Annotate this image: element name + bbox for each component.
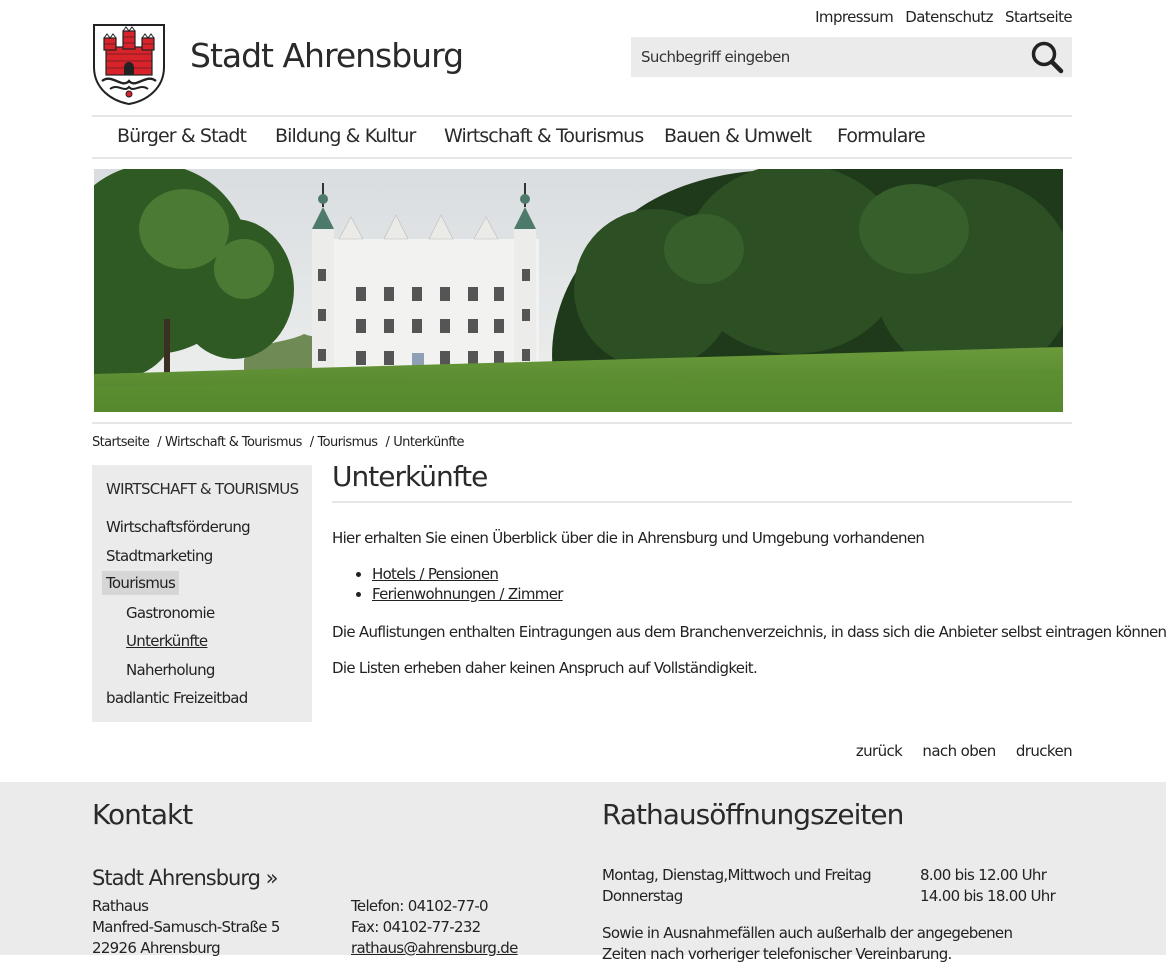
contact-heading: Kontakt — [92, 798, 193, 831]
sidebar-item-tourismus[interactable]: Tourismus — [102, 571, 180, 595]
to-top-link[interactable]: nach oben — [922, 742, 996, 760]
footer: Kontakt Stadt Ahrensburg » Rathaus Manfr… — [0, 782, 1166, 963]
coat-of-arms-icon — [93, 24, 165, 106]
completeness-note: Die Listen erheben daher keinen Anspruch… — [332, 659, 758, 677]
breadcrumb: Startseite / Wirtschaft & Tourismus / Touris… — [92, 435, 465, 450]
nav-wirtschaft-tourismus[interactable]: Wirtschaft & Tourismus — [444, 125, 644, 147]
datenschutz-link[interactable]: Datenschutz — [905, 8, 993, 26]
hours-time: 14.00 bis 18.00 Uhr — [920, 887, 1056, 905]
sidebar-item-unterkuenfte[interactable]: Unterkünfte — [126, 632, 208, 650]
search-input[interactable] — [631, 37, 1021, 77]
breadcrumb-separator: / — [157, 435, 162, 450]
sidebar-item-gastronomie[interactable]: Gastronomie — [126, 604, 215, 622]
castle-photo — [94, 169, 1063, 412]
hours-days: Montag, Dienstag,Mittwoch und Freitag — [602, 866, 872, 884]
accommodation-links: Hotels / Pensionen Ferienwohnungen / Zim… — [332, 564, 563, 604]
page-title: Unterkünfte — [332, 460, 1072, 503]
address-line: 22926 Ahrensburg — [92, 939, 221, 957]
coat-of-arms-logo[interactable] — [92, 23, 166, 106]
breadcrumb-separator: / — [385, 435, 390, 450]
listing-info-text: Die Auflistungen enthalten Eintragungen … — [332, 623, 1166, 641]
startseite-link[interactable]: Startseite — [1005, 8, 1073, 26]
sidebar-item-stadtmarketing[interactable]: Stadtmarketing — [106, 547, 213, 565]
breadcrumb-wirtschaft-tourismus[interactable]: Wirtschaft & Tourismus — [165, 435, 302, 450]
search-button[interactable] — [1030, 40, 1064, 74]
divider — [92, 422, 1072, 424]
main-navigation: Bürger & Stadt Bildung & Kultur Wirtscha… — [92, 115, 1072, 159]
nav-bildung-kultur[interactable]: Bildung & Kultur — [275, 125, 416, 147]
nav-formulare[interactable]: Formulare — [837, 125, 926, 147]
sidebar-heading: Wirtschaft & Tourismus — [106, 480, 299, 498]
hours-time: 8.00 bis 12.00 Uhr — [920, 866, 1047, 884]
sidebar-item-naherholung[interactable]: Naherholung — [126, 661, 215, 679]
phone-number: Telefon: 04102-77-0 — [351, 897, 489, 915]
sidebar-item-badlantic[interactable]: badlantic Freizeitbad — [106, 689, 248, 707]
ferienwohnungen-link[interactable]: Ferienwohnungen / Zimmer — [372, 585, 563, 603]
breadcrumb-startseite[interactable]: Startseite — [92, 435, 150, 450]
hotels-pensionen-link[interactable]: Hotels / Pensionen — [372, 565, 499, 583]
site-title[interactable]: Stadt Ahrensburg — [190, 36, 464, 75]
org-link[interactable]: Stadt Ahrensburg » — [92, 866, 278, 890]
list-item: Ferienwohnungen / Zimmer — [372, 584, 563, 604]
list-item: Hotels / Pensionen — [372, 564, 563, 584]
sidebar-item-wirtschaftsfoerderung[interactable]: Wirtschaftsförderung — [106, 518, 251, 536]
hero-image-castle — [94, 169, 1063, 412]
search-icon — [1031, 41, 1064, 74]
breadcrumb-tourismus[interactable]: Tourismus — [318, 435, 379, 450]
back-link[interactable]: zurück — [856, 742, 903, 760]
sidebar-navigation: Wirtschaft & Tourismus Wirtschaftsförder… — [92, 465, 312, 722]
main-content: Unterkünfte Hier erhalten Sie einen Über… — [332, 460, 1166, 677]
breadcrumb-separator: / — [309, 435, 314, 450]
breadcrumb-current: Unterkünfte — [393, 435, 464, 450]
search-bar — [631, 37, 1072, 77]
impressum-link[interactable]: Impressum — [815, 8, 894, 26]
hours-note: Sowie in Ausnahmefällen auch außerhalb d… — [602, 924, 1013, 963]
email-link[interactable]: rathaus@ahrensburg.de — [351, 939, 518, 957]
address-line: Manfred-Samusch-Straße 5 — [92, 918, 280, 936]
page-tools: zurück nach oben drucken — [840, 742, 1073, 760]
top-links: Impressum Datenschutz Startseite — [807, 8, 1072, 26]
print-link[interactable]: drucken — [1016, 742, 1073, 760]
nav-buerger-stadt[interactable]: Bürger & Stadt — [117, 125, 247, 147]
hours-heading: Rathausöffnungszeiten — [602, 798, 904, 831]
address-line: Rathaus — [92, 897, 149, 915]
intro-text: Hier erhalten Sie einen Überblick über d… — [332, 529, 925, 547]
hours-days: Donnerstag — [602, 887, 683, 905]
fax-number: Fax: 04102-77-232 — [351, 918, 481, 936]
nav-bauen-umwelt[interactable]: Bauen & Umwelt — [664, 125, 812, 147]
